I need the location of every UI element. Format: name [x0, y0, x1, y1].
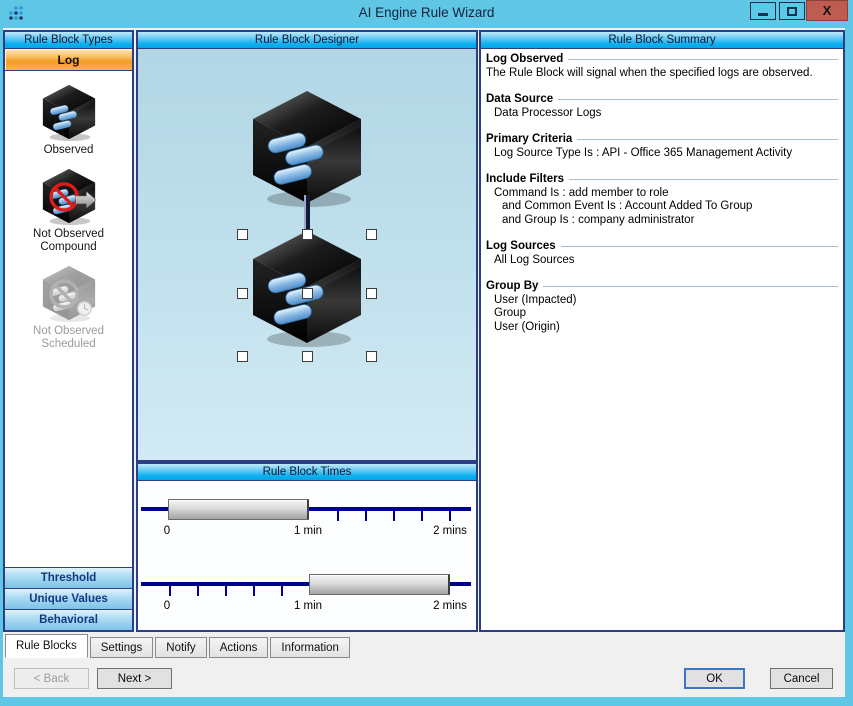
slider-tick [337, 511, 339, 521]
summary-line: Command Is : add member to role [486, 187, 838, 201]
slider-label-2mins: 2 mins [433, 525, 467, 537]
heading-rule [577, 139, 838, 141]
rule-block-types-header: Rule Block Types [5, 32, 132, 49]
heading-rule [561, 246, 838, 248]
next-button[interactable]: Next > [97, 668, 172, 689]
maximize-icon [787, 7, 797, 16]
unique-values-category-button[interactable]: Unique Values [5, 588, 132, 609]
summary-line: Data Processor Logs [486, 107, 838, 121]
window-title: AI Engine Rule Wizard [0, 5, 853, 20]
designer-canvas[interactable] [138, 49, 476, 460]
rule-block-summary-body: Log Observed The Rule Block will signal … [481, 49, 843, 334]
close-button[interactable]: X [806, 0, 848, 21]
type-item-not-observed-scheduled: Not Observed Scheduled [19, 263, 119, 351]
summary-section-heading: Log Observed [486, 53, 838, 67]
tab-settings[interactable]: Settings [90, 637, 154, 658]
summary-section-heading: Data Source [486, 93, 838, 107]
rule-block-cube[interactable] [247, 85, 367, 209]
slider-label-1min: 1 min [294, 600, 322, 612]
slider-tick [449, 511, 451, 521]
close-icon: X [823, 3, 832, 18]
type-item-label: Not Observed Scheduled [19, 325, 119, 351]
not-observed-compound-cube-icon [39, 166, 99, 226]
tab-rule-blocks[interactable]: Rule Blocks [5, 634, 88, 658]
slider-bar[interactable] [168, 499, 309, 520]
selection-handle[interactable] [302, 288, 313, 299]
observed-cube-icon [39, 82, 99, 142]
summary-line: Group [486, 307, 838, 321]
summary-line: User (Impacted) [486, 294, 838, 308]
rule-block-times-panel: Rule Block Times 0 1 min 2 mins 0 1 min … [136, 462, 478, 632]
rule-block-cube-selected[interactable] [247, 225, 367, 349]
summary-line: and Group Is : company administrator [486, 214, 838, 228]
behavioral-category-button[interactable]: Behavioral [5, 609, 132, 630]
rule-block-designer-header: Rule Block Designer [138, 32, 476, 49]
summary-section-heading: Group By [486, 280, 838, 294]
main-area: Rule Block Types Log Observed Not Observ… [3, 28, 845, 697]
slider-label-0: 0 [164, 600, 170, 612]
summary-line: All Log Sources [486, 254, 838, 268]
threshold-category-button[interactable]: Threshold [5, 567, 132, 588]
summary-line: The Rule Block will signal when the spec… [486, 67, 838, 81]
summary-section-heading: Log Sources [486, 240, 838, 254]
selection-handle[interactable] [302, 229, 313, 240]
selection-handle[interactable] [366, 288, 377, 299]
type-item-observed[interactable]: Observed [19, 82, 119, 157]
tab-actions[interactable]: Actions [209, 637, 269, 658]
heading-rule [569, 179, 838, 181]
not-observed-scheduled-cube-icon [39, 263, 99, 323]
type-item-label: Observed [19, 144, 119, 157]
rule-block-summary-panel: Rule Block Summary Log Observed The Rule… [479, 30, 845, 632]
selection-handle[interactable] [237, 288, 248, 299]
summary-line: and Common Event Is : Account Added To G… [486, 200, 838, 214]
category-buttons: Threshold Unique Values Behavioral [5, 567, 132, 630]
minimize-button[interactable] [750, 2, 776, 20]
selection-handle[interactable] [302, 351, 313, 362]
selection-handle[interactable] [237, 229, 248, 240]
selection-handle[interactable] [366, 351, 377, 362]
heading-rule [543, 286, 838, 288]
title-bar: AI Engine Rule Wizard X [0, 0, 853, 28]
tab-notify[interactable]: Notify [155, 637, 206, 658]
slider-tick [253, 586, 255, 596]
rule-block-summary-header: Rule Block Summary [481, 32, 843, 49]
rule-block-designer-panel: Rule Block Designer [136, 30, 478, 462]
type-item-label: Not Observed Compound [19, 228, 119, 254]
cancel-button[interactable]: Cancel [770, 668, 833, 689]
rule-block-types-panel: Rule Block Types Log Observed Not Observ… [3, 30, 134, 632]
slider-tick [365, 511, 367, 521]
ok-button[interactable]: OK [684, 668, 745, 689]
slider-tick [393, 511, 395, 521]
slider-label-0: 0 [164, 525, 170, 537]
rule-block-times-body: 0 1 min 2 mins 0 1 min 2 mins [138, 481, 476, 630]
type-item-not-observed-compound[interactable]: Not Observed Compound [19, 166, 119, 254]
summary-section-heading: Primary Criteria [486, 133, 838, 147]
summary-section-heading: Include Filters [486, 173, 838, 187]
back-button[interactable]: < Back [14, 668, 89, 689]
tab-information[interactable]: Information [270, 637, 350, 658]
summary-line: User (Origin) [486, 321, 838, 335]
slider-label-1min: 1 min [294, 525, 322, 537]
slider-label-2mins: 2 mins [433, 600, 467, 612]
minimize-icon [758, 13, 768, 16]
maximize-button[interactable] [779, 2, 805, 20]
slider-tick [421, 511, 423, 521]
summary-line: Log Source Type Is : API - Office 365 Ma… [486, 147, 838, 161]
slider-tick [281, 586, 283, 596]
slider-tick [197, 586, 199, 596]
slider-tick [225, 586, 227, 596]
slider-tick [169, 586, 171, 596]
tab-strip: Rule Blocks Settings Notify Actions Info… [5, 632, 352, 658]
selection-handle[interactable] [366, 229, 377, 240]
log-category-button[interactable]: Log [5, 49, 132, 71]
heading-rule [558, 99, 838, 101]
slider-bar[interactable] [309, 574, 450, 595]
selection-handle[interactable] [237, 351, 248, 362]
rule-block-type-list: Observed Not Observed Compound Not Obser… [5, 71, 132, 567]
heading-rule [568, 59, 838, 61]
rule-block-times-header: Rule Block Times [138, 464, 476, 481]
